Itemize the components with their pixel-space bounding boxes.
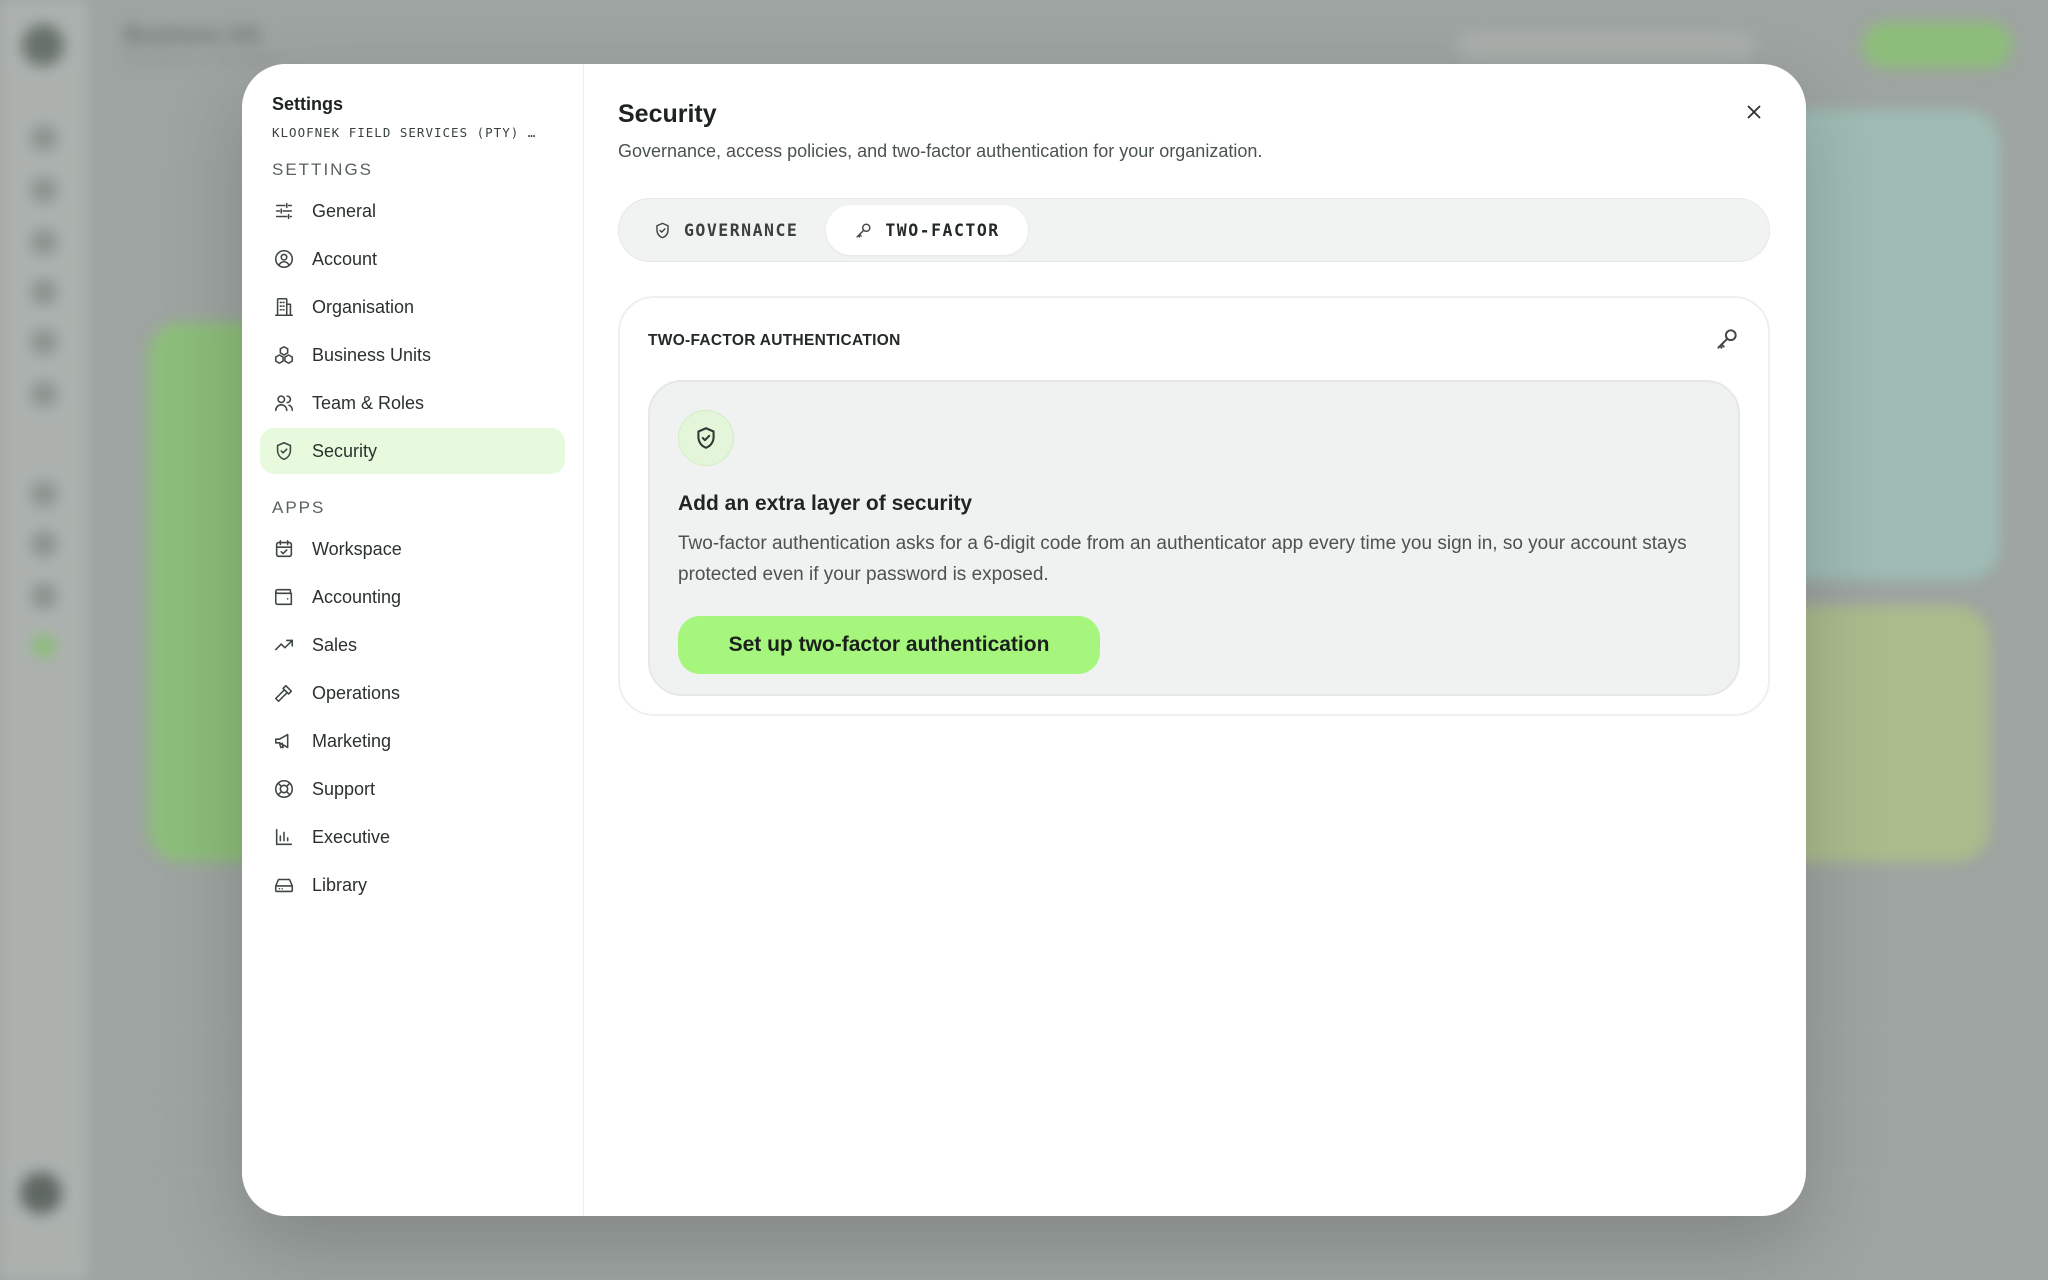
settings-section-heading: SETTINGS (272, 160, 374, 179)
sidebar-item-library[interactable]: Library (260, 862, 565, 908)
sidebar-item-label: Executive (312, 826, 391, 847)
sidebar-item-label: Support (312, 778, 376, 799)
bg-rail-icon (32, 532, 56, 556)
bg-unit-selector (1456, 30, 1756, 62)
close-icon (1747, 105, 1761, 119)
bg-avatar (20, 1172, 62, 1214)
two-factor-card: TWO-FACTOR AUTHENTICATION Add an extra l… (618, 296, 1770, 716)
sidebar-item-account[interactable]: Account (260, 236, 565, 282)
tab-governance[interactable]: GOVERNANCE (625, 205, 826, 255)
bg-rail-icon (32, 634, 56, 658)
setup-two-factor-button[interactable]: Set up two-factor authentication (678, 616, 1100, 674)
sidebar-item-label: General (312, 200, 377, 221)
page-title: Security (618, 100, 717, 128)
close-button[interactable] (1736, 94, 1772, 130)
key-icon (1714, 326, 1740, 357)
sidebar-item-executive[interactable]: Executive (260, 814, 565, 860)
sidebar-item-label: Accounting (312, 586, 402, 607)
panel-description: Two-factor authentication asks for a 6-d… (678, 533, 1687, 585)
panel-heading: Add an extra layer of security (678, 492, 973, 515)
sidebar-item-label: Operations (312, 682, 401, 703)
key-icon (856, 222, 871, 238)
sidebar-item-security[interactable]: Security (260, 428, 565, 474)
user-circle-icon (272, 247, 296, 271)
lifebuoy-icon (272, 777, 296, 801)
shield-check-icon (656, 222, 669, 238)
building-icon (272, 295, 296, 319)
apps-section-heading: APPS (272, 498, 326, 517)
bg-rail-icon (32, 126, 56, 150)
shield-badge (678, 410, 734, 466)
settings-modal: Settings KLOOFNEK FIELD SERVICES (PTY) …… (242, 64, 1806, 1216)
calendar-check-icon (272, 537, 296, 561)
bar-chart-icon (272, 825, 296, 849)
tab-label: TWO-FACTOR (885, 220, 1000, 240)
sidebar-item-label: Business Units (312, 344, 432, 365)
two-factor-panel: Add an extra layer of security Two-facto… (648, 380, 1740, 696)
sidebar-item-workspace[interactable]: Workspace (260, 526, 565, 572)
bg-rail-icon (32, 584, 56, 608)
security-tabs: GOVERNANCE TWO-FACTOR (618, 198, 1770, 262)
sidebar-item-organisation[interactable]: Organisation (260, 284, 565, 330)
sidebar-item-accounting[interactable]: Accounting (260, 574, 565, 620)
bg-rail-icon (32, 280, 56, 304)
tab-two-factor[interactable]: TWO-FACTOR (826, 205, 1028, 255)
sidebar-item-label: Organisation (312, 296, 415, 317)
bg-rail-icon (32, 230, 56, 254)
sliders-icon (272, 199, 296, 223)
sidebar-item-support[interactable]: Support (260, 766, 565, 812)
users-icon (272, 391, 296, 415)
sidebar-item-team-roles[interactable]: Team & Roles (260, 380, 565, 426)
bg-logo (22, 24, 64, 66)
bg-create-button (1862, 22, 2012, 68)
tab-label: GOVERNANCE (684, 220, 799, 240)
sidebar-item-marketing[interactable]: Marketing (260, 718, 565, 764)
sidebar-item-label: Security (312, 440, 378, 461)
settings-sidebar: Settings KLOOFNEK FIELD SERVICES (PTY) …… (242, 64, 584, 1216)
trending-up-icon (272, 633, 296, 657)
sidebar-item-general[interactable]: General (260, 188, 565, 234)
card-title: TWO-FACTOR AUTHENTICATION (648, 332, 901, 349)
sidebar-item-label: Account (312, 248, 378, 269)
bg-rail-icon (32, 330, 56, 354)
hammer-icon (272, 681, 296, 705)
sidebar-item-business-units[interactable]: Business Units (260, 332, 565, 378)
bg-rail-icon (32, 482, 56, 506)
sidebar-item-label: Team & Roles (312, 392, 425, 413)
shield-check-icon (697, 427, 715, 449)
sidebar-title: Settings (272, 94, 344, 114)
boxes-icon (272, 343, 296, 367)
bg-rail-icon (32, 178, 56, 202)
drive-icon (272, 873, 296, 897)
sidebar-item-operations[interactable]: Operations (260, 670, 565, 716)
shield-icon (272, 439, 296, 463)
sidebar-item-label: Sales (312, 634, 358, 655)
sidebar-item-label: Library (312, 874, 368, 895)
bg-app-subtitle: Everything in one place (124, 50, 280, 67)
organization-name: KLOOFNEK FIELD SERVICES (PTY) … (272, 125, 537, 140)
bg-app-title: Business OS (124, 22, 260, 47)
page-description: Governance, access policies, and two-fac… (618, 141, 1263, 161)
sidebar-item-sales[interactable]: Sales (260, 622, 565, 668)
settings-content: Security Governance, access policies, an… (584, 64, 1806, 1216)
megaphone-icon (272, 729, 296, 753)
sidebar-item-label: Workspace (312, 538, 402, 559)
bg-rail-icon (32, 382, 56, 406)
wallet-icon (272, 585, 296, 609)
sidebar-item-label: Marketing (312, 730, 392, 751)
